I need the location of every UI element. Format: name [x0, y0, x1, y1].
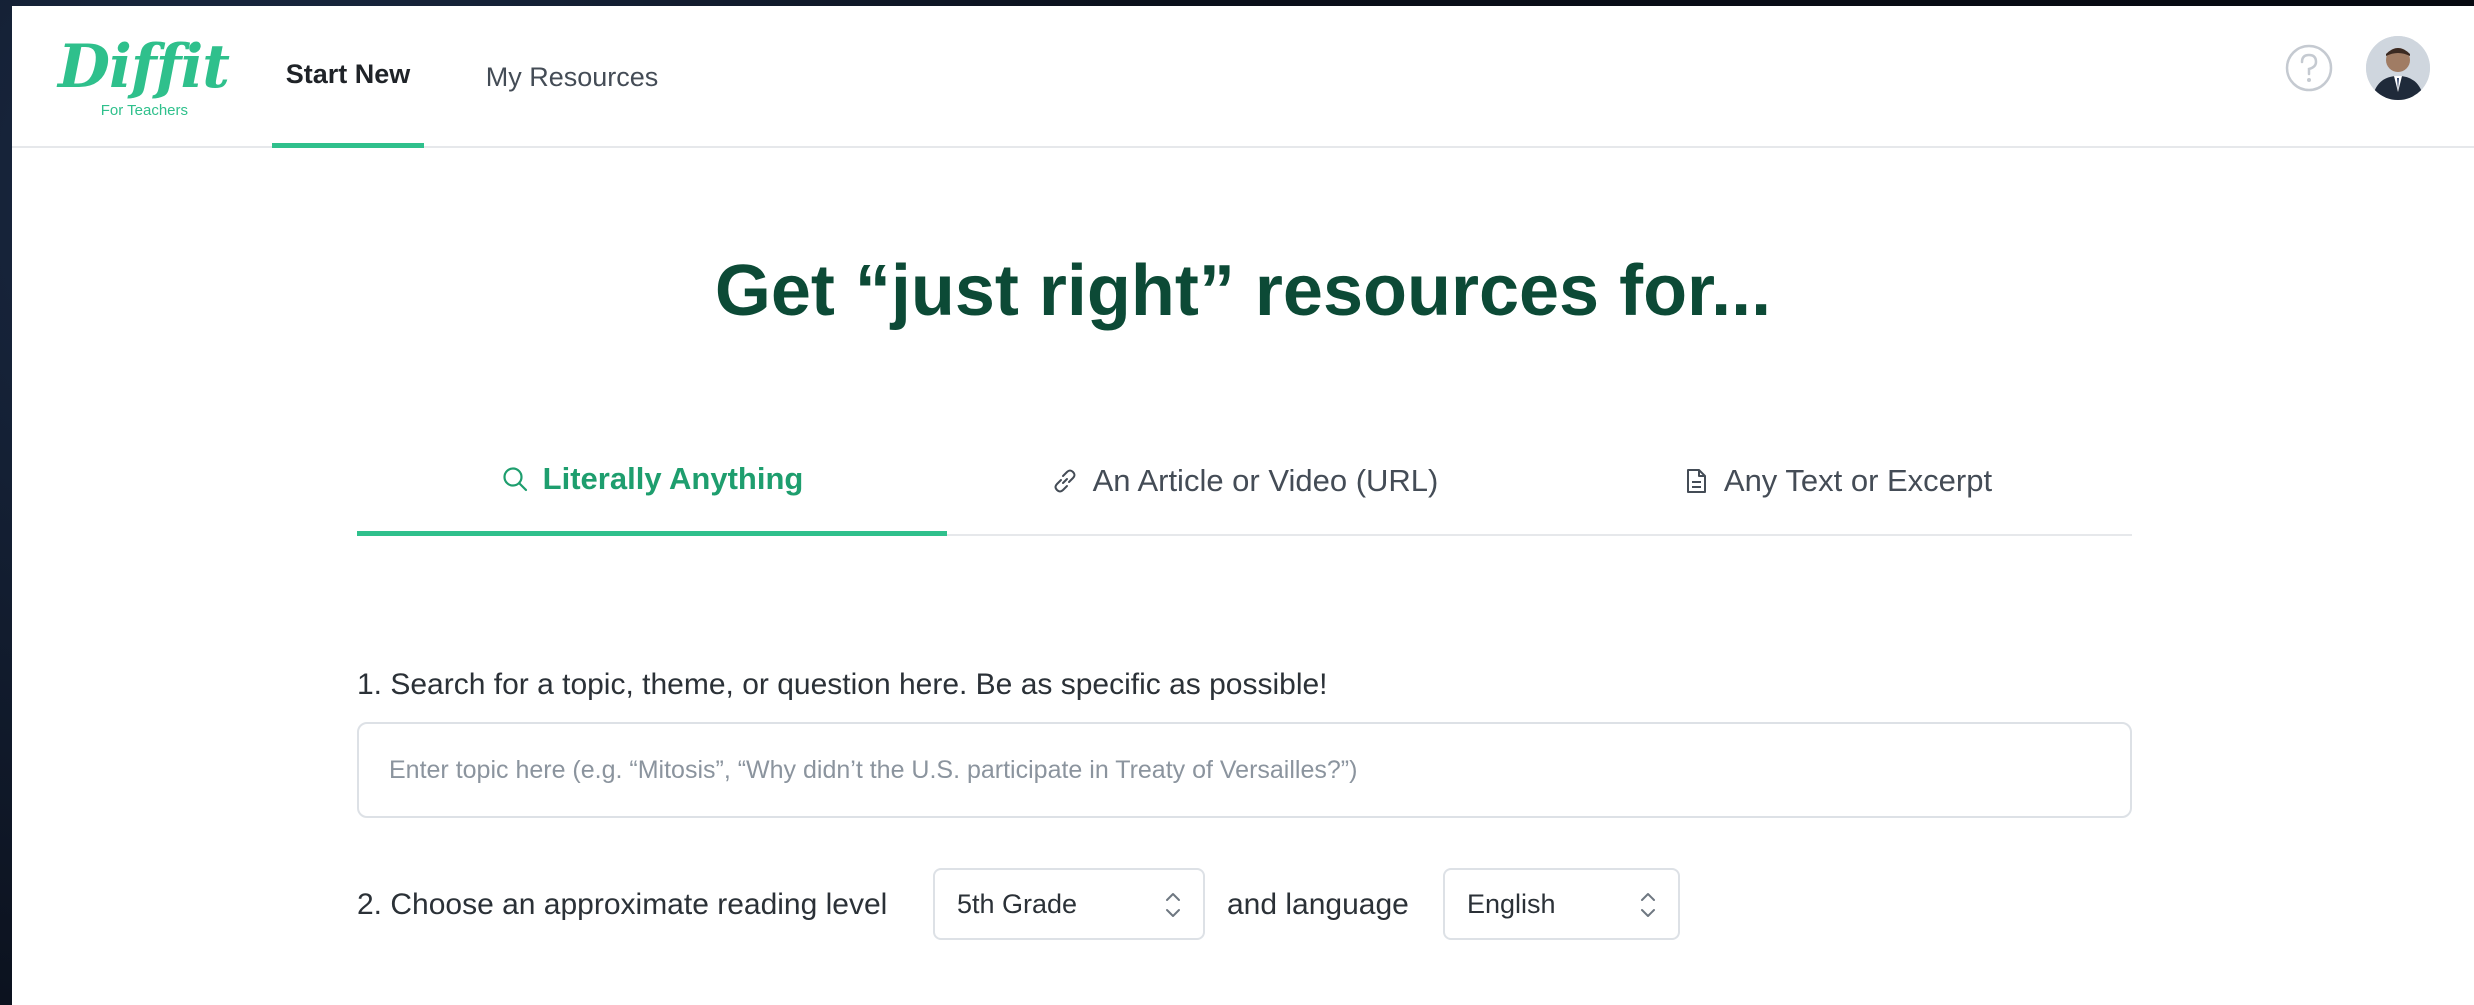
tab-literally-anything[interactable]: Literally Anything: [357, 426, 947, 536]
language-value: English: [1467, 888, 1556, 919]
language-select[interactable]: English: [1443, 868, 1680, 940]
step1-label: 1. Search for a topic, theme, or questio…: [357, 668, 1328, 701]
and-language-label: and language: [1227, 888, 1409, 921]
logo-wordmark: Diffit: [58, 32, 230, 102]
tab-label: An Article or Video (URL): [1092, 463, 1439, 498]
app-window: Diffit For Teachers Start New My Resourc…: [12, 6, 2474, 1005]
nav-start-new[interactable]: Start New: [272, 6, 424, 148]
chevron-up-down-icon: [1163, 888, 1183, 922]
topic-search-input[interactable]: [357, 722, 2132, 818]
tab-label: Any Text or Excerpt: [1723, 463, 1993, 498]
source-type-tabs: Literally Anything An Article or Video (…: [357, 426, 2132, 536]
tab-label: Literally Anything: [542, 460, 804, 496]
top-navbar: Diffit For Teachers Start New My Resourc…: [12, 6, 2474, 148]
page-title: Get “just right” resources for...: [714, 251, 1772, 331]
reading-level-value: 5th Grade: [957, 888, 1078, 919]
tab-article-or-video[interactable]: An Article or Video (URL): [947, 426, 1542, 536]
document-icon: [1682, 467, 1710, 495]
link-icon: [1051, 467, 1079, 495]
chevron-up-down-icon: [1638, 888, 1658, 922]
user-avatar[interactable]: [2366, 36, 2430, 100]
help-circle-icon[interactable]: [2284, 43, 2334, 93]
search-icon: [501, 465, 529, 493]
diffit-logo[interactable]: Diffit For Teachers: [58, 32, 230, 122]
tab-text-or-excerpt[interactable]: Any Text or Excerpt: [1542, 426, 2132, 536]
reading-level-select[interactable]: 5th Grade: [933, 868, 1205, 940]
nav-my-resources[interactable]: My Resources: [477, 6, 667, 148]
logo-subtext: For Teachers: [100, 102, 188, 119]
step2-label: 2. Choose an approximate reading level: [357, 888, 888, 921]
screen-background: Diffit For Teachers Start New My Resourc…: [0, 0, 2474, 1005]
